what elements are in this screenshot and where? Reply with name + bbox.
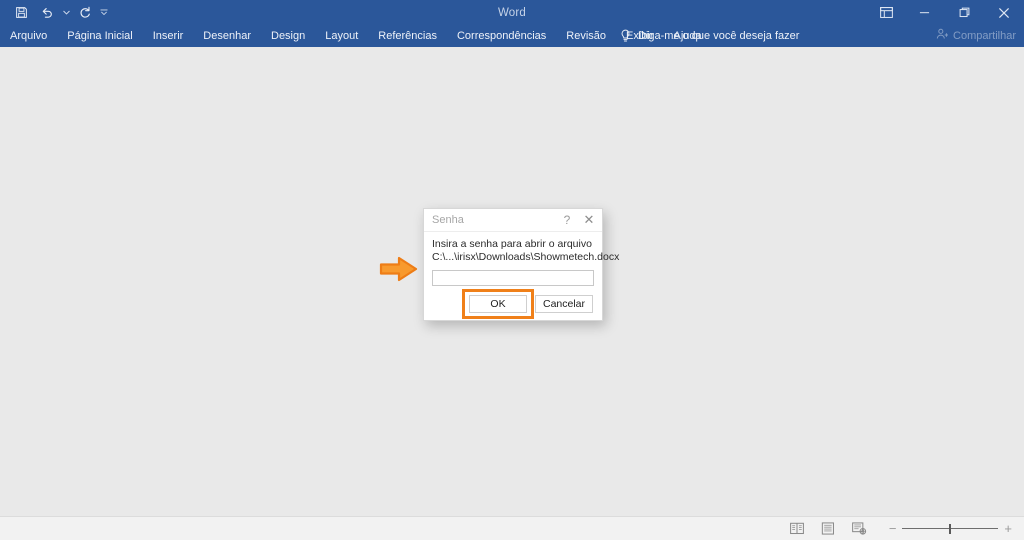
web-layout-icon[interactable] bbox=[851, 522, 867, 535]
tab-inserir[interactable]: Inserir bbox=[143, 25, 194, 47]
close-icon[interactable] bbox=[984, 0, 1024, 25]
zoom-in-button[interactable]: + bbox=[1004, 522, 1012, 535]
dialog-body: Insira a senha para abrir o arquivo C:\.… bbox=[424, 232, 620, 320]
tab-desenhar[interactable]: Desenhar bbox=[193, 25, 261, 47]
redo-icon[interactable] bbox=[72, 2, 98, 24]
quick-access-toolbar bbox=[0, 2, 110, 24]
dialog-buttons: OK Cancelar bbox=[432, 289, 594, 319]
minimize-icon[interactable] bbox=[904, 0, 944, 25]
tab-referencias[interactable]: Referências bbox=[368, 25, 447, 47]
undo-icon[interactable] bbox=[34, 2, 60, 24]
word-application-window: Word Arquivo Página Inicial Inserir Dese… bbox=[0, 0, 1024, 540]
window-controls bbox=[868, 0, 1024, 25]
help-icon[interactable]: ? bbox=[556, 210, 578, 230]
tab-pagina-inicial[interactable]: Página Inicial bbox=[57, 25, 142, 47]
ribbon-tab-strip: Arquivo Página Inicial Inserir Desenhar … bbox=[0, 25, 1024, 47]
save-icon[interactable] bbox=[8, 2, 34, 24]
restore-icon[interactable] bbox=[944, 0, 984, 25]
tab-layout[interactable]: Layout bbox=[315, 25, 368, 47]
lightbulb-icon bbox=[620, 29, 631, 43]
zoom-out-button[interactable]: − bbox=[889, 522, 897, 535]
tab-revisao[interactable]: Revisão bbox=[556, 25, 616, 47]
password-dialog: Senha ? ✕ Insira a senha para abrir o ar… bbox=[423, 208, 620, 321]
zoom-slider-thumb[interactable] bbox=[949, 523, 952, 534]
cancel-button[interactable]: Cancelar bbox=[535, 295, 593, 313]
ribbon-display-options-icon[interactable] bbox=[868, 0, 904, 25]
status-bar: − + bbox=[0, 516, 1024, 540]
title-bar: Word bbox=[0, 0, 1024, 25]
zoom-control: − + bbox=[889, 522, 1012, 535]
window-title-text: Word bbox=[497, 6, 527, 19]
tell-me-text: Diga-me o que você deseja fazer bbox=[638, 30, 800, 42]
tab-arquivo[interactable]: Arquivo bbox=[0, 25, 57, 47]
view-mode-buttons bbox=[789, 522, 867, 535]
read-mode-icon[interactable] bbox=[789, 522, 804, 535]
ribbon-tabs: Arquivo Página Inicial Inserir Desenhar … bbox=[0, 25, 712, 47]
tab-design[interactable]: Design bbox=[261, 25, 315, 47]
ok-button[interactable]: OK bbox=[469, 295, 527, 313]
dialog-title: Senha bbox=[432, 214, 464, 226]
dialog-message-line-1: Insira a senha para abrir o arquivo bbox=[432, 238, 592, 250]
share-person-icon bbox=[936, 27, 949, 45]
undo-dropdown-chevron-down-icon[interactable] bbox=[60, 2, 72, 24]
dialog-title-bar: Senha ? ✕ bbox=[424, 209, 602, 232]
tab-correspondencias[interactable]: Correspondências bbox=[447, 25, 556, 47]
customize-qat-icon[interactable] bbox=[98, 2, 110, 24]
status-bar-left bbox=[0, 517, 790, 540]
pointer-arrow-annotation bbox=[379, 254, 419, 284]
zoom-slider[interactable] bbox=[902, 523, 999, 535]
print-layout-icon[interactable] bbox=[821, 522, 835, 535]
share-button[interactable]: Compartilhar bbox=[936, 25, 1016, 47]
tell-me-search[interactable]: Diga-me o que você deseja fazer bbox=[620, 25, 799, 47]
dialog-file-path: C:\...\irisx\Downloads\Showmetech.docx bbox=[432, 251, 620, 263]
dialog-close-icon[interactable]: ✕ bbox=[578, 210, 600, 230]
share-label: Compartilhar bbox=[953, 30, 1016, 42]
ok-button-highlight: OK bbox=[462, 289, 534, 319]
password-input[interactable] bbox=[432, 270, 594, 286]
